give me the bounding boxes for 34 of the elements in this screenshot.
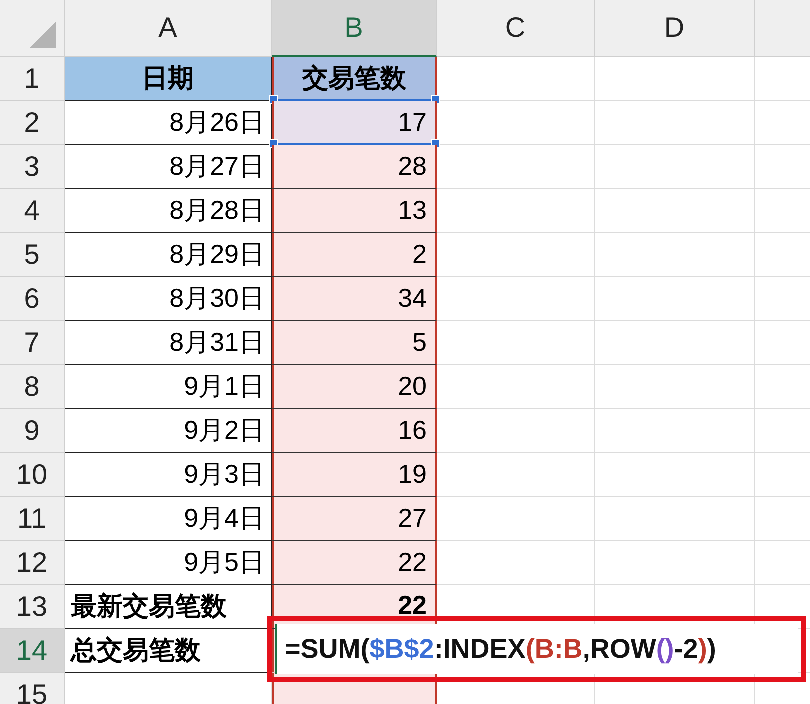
table-cell: 2 xyxy=(272,233,437,277)
row-header[interactable]: 14 xyxy=(0,629,65,673)
table-cell: 16 xyxy=(272,409,437,453)
row-header[interactable]: 6 xyxy=(0,277,65,321)
table-cell: 34 xyxy=(272,277,437,321)
table-cell: 5 xyxy=(272,321,437,365)
table-cell: 交易笔数 xyxy=(272,57,437,101)
row-header[interactable]: 3 xyxy=(0,145,65,189)
table-cell: 20 xyxy=(272,365,437,409)
table-cell: 17 xyxy=(272,101,437,145)
formula-editor[interactable]: =SUM($B$2:INDEX(B:B,ROW()-2)) xyxy=(275,624,798,674)
column-header[interactable]: A xyxy=(65,0,272,57)
column-header[interactable]: D xyxy=(595,0,755,57)
row-header[interactable]: 12 xyxy=(0,541,65,585)
row-header[interactable]: 10 xyxy=(0,453,65,497)
table-cell: 28 xyxy=(272,145,437,189)
row-header[interactable]: 9 xyxy=(0,409,65,453)
row-header[interactable]: 1 xyxy=(0,57,65,101)
table-cell: 27 xyxy=(272,497,437,541)
row-header[interactable]: 5 xyxy=(0,233,65,277)
row-header[interactable]: 15 xyxy=(0,673,65,704)
row-header[interactable]: 11 xyxy=(0,497,65,541)
table-cell: 13 xyxy=(272,189,437,233)
corner-triangle-icon xyxy=(30,22,56,48)
row-header[interactable]: 13 xyxy=(0,585,65,629)
column-header[interactable]: B xyxy=(272,0,437,57)
row-header[interactable]: 4 xyxy=(0,189,65,233)
table-cell: 22 xyxy=(272,541,437,585)
row-header[interactable]: 7 xyxy=(0,321,65,365)
table-cell: 19 xyxy=(272,453,437,497)
table-cell: 日期 xyxy=(65,57,272,101)
row-header[interactable]: 2 xyxy=(0,101,65,145)
row-header[interactable]: 8 xyxy=(0,365,65,409)
column-header[interactable]: C xyxy=(437,0,595,57)
